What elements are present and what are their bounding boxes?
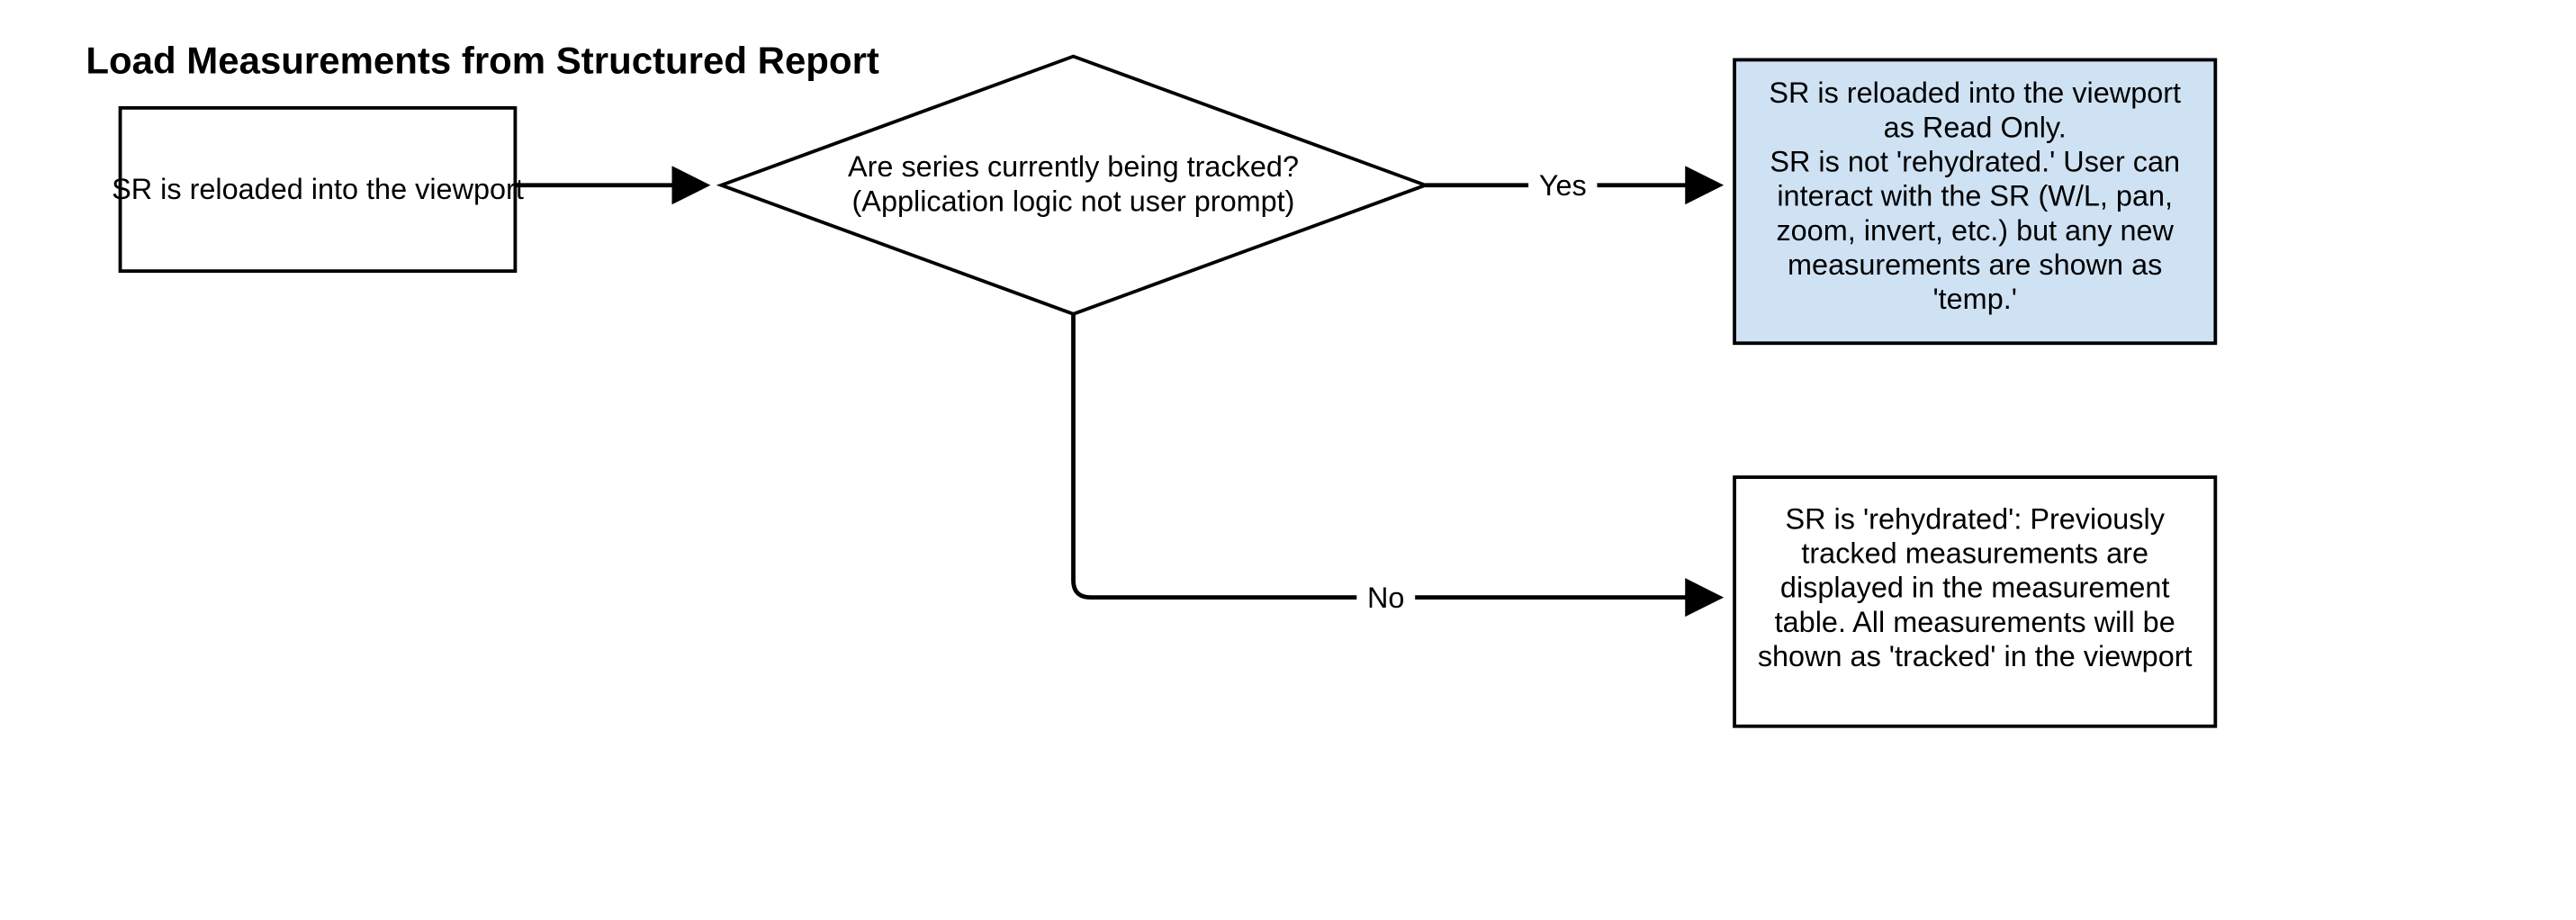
node-yes-line5: zoom, invert, etc.) but any new xyxy=(1776,214,2174,247)
flowchart-canvas: Load Measurements from Structured Report… xyxy=(0,0,2576,920)
edge-label-yes: Yes xyxy=(1539,169,1587,202)
node-yes-line4: interact with the SR (W/L, pan, xyxy=(1777,180,2173,212)
node-decision-line1: Are series currently being tracked? xyxy=(848,150,1299,183)
node-yes-line1: SR is reloaded into the viewport xyxy=(1769,77,2181,109)
node-no-result: SR is 'rehydrated': Previously tracked m… xyxy=(1734,477,2215,726)
node-no-line5: shown as 'tracked' in the viewport xyxy=(1758,640,2193,672)
node-yes-line2: as Read Only. xyxy=(1884,111,2067,143)
node-no-line1: SR is 'rehydrated': Previously xyxy=(1785,502,2165,535)
edge-decision-no xyxy=(1074,314,1718,598)
node-yes-line7: 'temp.' xyxy=(1932,283,2016,315)
node-yes-line3: SR is not 'rehydrated.' User can xyxy=(1770,145,2180,177)
node-yes-result: SR is reloaded into the viewport as Read… xyxy=(1734,59,2215,343)
node-yes-line6: measurements are shown as xyxy=(1788,248,2162,281)
node-no-line2: tracked measurements are xyxy=(1801,537,2148,569)
node-decision: Are series currently being tracked? (App… xyxy=(721,57,1425,314)
node-no-line3: displayed in the measurement xyxy=(1780,572,2170,604)
node-no-line4: table. All measurements will be xyxy=(1775,606,2175,638)
node-start: SR is reloaded into the viewport xyxy=(112,108,524,271)
node-start-text: SR is reloaded into the viewport xyxy=(112,173,524,205)
edge-label-no: No xyxy=(1367,582,1404,614)
node-decision-line2: (Application logic not user prompt) xyxy=(852,185,1295,217)
diagram-title: Load Measurements from Structured Report xyxy=(86,40,879,82)
